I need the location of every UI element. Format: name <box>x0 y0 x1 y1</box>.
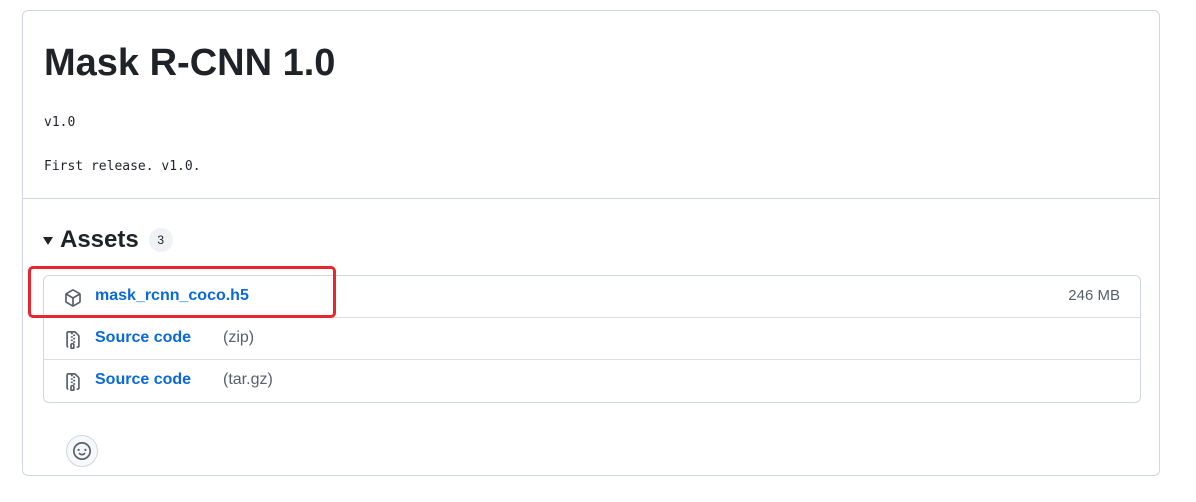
file-zip-icon <box>66 373 80 391</box>
assets-count-badge: 3 <box>148 228 173 252</box>
release-header: Mask R-CNN 1.0 v1.0 First release. v1.0. <box>23 11 1159 199</box>
file-zip-icon <box>66 331 80 349</box>
add-reaction-button[interactable] <box>66 435 98 467</box>
asset-format: (zip) <box>223 329 255 346</box>
triangle-down-icon <box>43 237 53 245</box>
asset-format: (tar.gz) <box>223 371 273 388</box>
assets-heading: Assets <box>60 226 139 253</box>
release-title[interactable]: Mask R-CNN 1.0 <box>44 39 335 87</box>
smiley-icon <box>73 442 91 460</box>
assets-toggle[interactable]: Assets 3 <box>43 225 173 255</box>
asset-link-source-targz[interactable]: Source code <box>95 371 191 389</box>
asset-row: mask_rcnn_coco.h5 246 MB <box>44 276 1140 318</box>
asset-row: Source code (tar.gz) <box>44 360 1140 402</box>
release-card: Mask R-CNN 1.0 v1.0 First release. v1.0.… <box>22 10 1160 476</box>
release-notes: First release. v1.0. <box>44 159 201 174</box>
asset-list: mask_rcnn_coco.h5 246 MB Source code (zi… <box>43 275 1141 403</box>
asset-link-source-zip[interactable]: Source code <box>95 329 191 347</box>
package-icon <box>65 289 81 307</box>
asset-link-mask-rcnn-coco[interactable]: mask_rcnn_coco.h5 <box>95 287 249 305</box>
release-tag: v1.0 <box>44 115 76 130</box>
asset-size: 246 MB <box>1068 287 1120 304</box>
asset-row: Source code (zip) <box>44 318 1140 360</box>
